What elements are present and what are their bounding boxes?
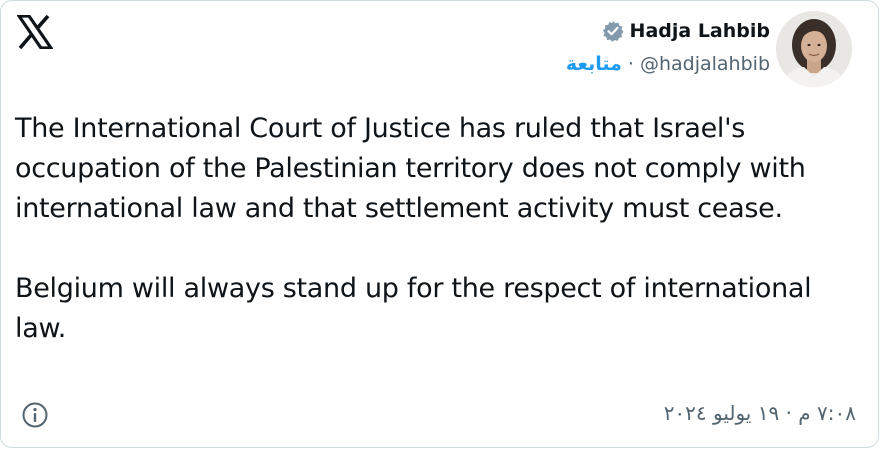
x-logo-icon[interactable]	[15, 14, 55, 50]
author-block: Hadja Lahbib متابعة · @hadjalahbib	[566, 15, 770, 79]
tweet-card: Hadja Lahbib متابعة · @hadjalahbib The I…	[0, 0, 879, 448]
separator-dot: ·	[627, 53, 634, 75]
author-display-name[interactable]: Hadja Lahbib	[630, 20, 770, 42]
info-icon[interactable]	[21, 401, 49, 429]
tweet-paragraph-2: Belgium will always stand up for the res…	[15, 273, 812, 344]
author-handle[interactable]: @hadjalahbib	[640, 53, 770, 75]
follow-button[interactable]: متابعة	[566, 53, 622, 75]
verified-badge-icon	[602, 20, 624, 42]
author-handle-row: متابعة · @hadjalahbib	[566, 49, 770, 79]
tweet-paragraph-1: The International Court of Justice has r…	[15, 113, 806, 224]
tweet-text: The International Court of Justice has r…	[15, 109, 865, 349]
tweet-timestamp[interactable]: ٧:٠٨ م · ١٩ يوليو ٢٠٢٤	[664, 401, 856, 425]
author-name-row: Hadja Lahbib	[566, 15, 770, 47]
avatar[interactable]	[776, 11, 852, 87]
